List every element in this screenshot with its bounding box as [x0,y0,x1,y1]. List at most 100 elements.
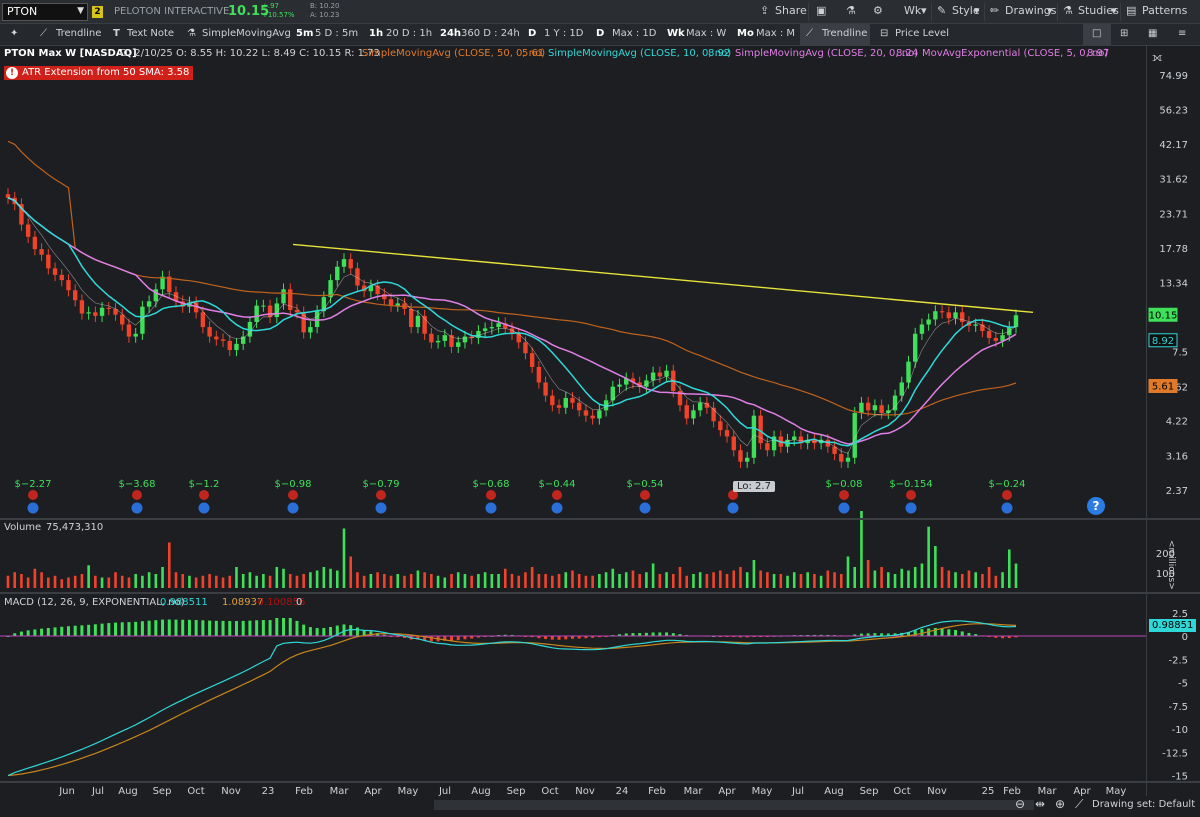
preset-key-5m[interactable]: 5m [296,28,313,39]
candle-body [496,323,501,328]
candle-body [59,274,64,281]
candle-body [973,324,978,326]
patterns-icon[interactable]: ▤ [1126,4,1136,17]
patterns-button[interactable]: Patterns [1142,4,1187,17]
preset-key-24h[interactable]: 24h [440,28,461,39]
preset-key-d[interactable]: D [528,28,536,39]
candle-body [348,259,353,269]
trendline-icon[interactable]: ⟋ [40,28,47,39]
trendline-icon[interactable]: ⟋ [806,28,813,39]
drawing-set-label[interactable]: Drawing set: Default [1092,799,1195,810]
pane-divider[interactable] [0,518,1200,520]
candle-body [926,319,931,325]
menu-icon[interactable]: ≡ [1178,28,1186,39]
candle-body [697,402,703,411]
candle-body [865,402,871,411]
preset-20d-1h[interactable]: 20 D : 1h [386,28,432,39]
sma10-line [7,197,1017,447]
zoom-in-icon[interactable]: ⊕ [1055,797,1065,811]
gear-icon[interactable]: ⚙ [873,4,883,17]
text-note-tool[interactable]: Text Note [127,28,174,39]
preset-key-d[interactable]: D [596,28,604,39]
pin-icon[interactable]: ✦ [10,28,18,39]
candle-body [590,415,595,419]
low-label: Lo: 2.7 [733,481,775,492]
style-icon[interactable]: ✎ [937,4,946,17]
share-icon[interactable]: ⇪ [760,4,769,17]
preset-max-w[interactable]: Max : W [686,28,726,39]
candle-body [341,259,347,267]
macd-zero-value: 0 [296,597,303,608]
window-icon[interactable]: ▣ [816,4,826,17]
trendline-tool[interactable]: Trendline [56,28,101,39]
chevron-down-icon[interactable]: ▼ [77,6,84,16]
preset-5d-5m[interactable]: 5 D : 5m [315,28,358,39]
preset-max-m[interactable]: Max : M [756,28,795,39]
divider [931,3,932,21]
pencil-icon[interactable]: ✏ [990,4,999,17]
sma-tool[interactable]: SimpleMovingAvg [202,28,291,39]
candle-body [32,236,38,250]
sma-icon[interactable]: ⚗ [187,28,196,39]
candle-body [792,436,797,440]
layout-options-icon[interactable]: ▦ [1148,28,1157,39]
price-axis[interactable] [1146,46,1200,796]
candle-body [563,397,568,408]
link-badge[interactable]: 2 [92,6,103,18]
candle-body [516,333,521,343]
chevron-down-icon[interactable]: ▾ [921,4,927,17]
candle-body [751,415,757,458]
macd-label[interactable]: MACD (12, 26, 9, EXPONENTIAL, no) [4,597,184,608]
candle-body [986,331,992,338]
preset-key-wk[interactable]: Wk [667,28,685,39]
single-layout-icon[interactable]: □ [1092,28,1101,39]
preset-360d-24h[interactable]: 360 D : 24h [461,28,520,39]
pane-divider[interactable] [0,592,1200,594]
price-level-icon[interactable]: ⊟ [880,28,888,39]
candle-body [462,336,468,343]
candle-body [435,340,441,343]
flask-icon[interactable]: ⚗ [846,4,856,17]
candle-body [79,300,85,314]
preset-key-mo[interactable]: Mo [737,28,754,39]
scale-icon[interactable]: ⟗ [1152,50,1163,65]
candle-body [281,289,286,304]
candle-body [1007,327,1012,336]
chevron-down-icon[interactable]: ▾ [974,4,980,17]
aggregation-button[interactable]: Wk [904,4,921,17]
text-note-icon[interactable]: T [113,28,120,39]
candle-body [200,312,206,328]
zoom-out-icon[interactable]: ⊖ [1015,797,1025,811]
candle-body [946,312,951,319]
candle-body [523,342,528,354]
candle-body [879,405,884,413]
candle-body [933,311,938,320]
help-icon[interactable]: ? [1087,497,1105,515]
pan-icon[interactable]: ⇹ [1035,797,1045,811]
candle-body [536,366,542,383]
preset-key-1h[interactable]: 1h [369,28,383,39]
preset-max-1d[interactable]: Max : 1D [612,28,656,39]
header-bar: PTON ▼ 2 PELOTON INTERACTIVE 10.15 +.97 +… [0,0,1200,24]
studies-icon[interactable]: ⚗ [1063,4,1073,17]
horizontal-scrollbar[interactable] [434,800,1034,810]
share-button[interactable]: Share [775,4,807,17]
chevron-down-icon[interactable]: ▾ [1047,4,1053,17]
grid-layout-icon[interactable]: ⊞ [1120,28,1128,39]
macd-axis-box: 0.98851 [1149,619,1197,632]
chevron-down-icon[interactable]: ▾ [1111,4,1117,17]
candle-body [456,342,461,347]
pane-divider [0,781,1200,783]
candle-body [66,280,71,291]
candle-body [597,410,602,419]
symbol-input[interactable]: PTON ▼ [2,3,88,21]
preset-1y-1d[interactable]: 1 Y : 1D [544,28,583,39]
candle-body [409,308,414,328]
trendline-tool-2[interactable]: Trendline [822,28,867,39]
crosshair-icon[interactable]: ⟋ [1075,797,1083,812]
volume-label[interactable]: Volume [4,522,41,533]
candle-body [650,372,656,381]
candle-body [765,443,770,451]
price-chart-svg[interactable] [0,46,1146,796]
price-level-tool[interactable]: Price Level [895,28,949,39]
